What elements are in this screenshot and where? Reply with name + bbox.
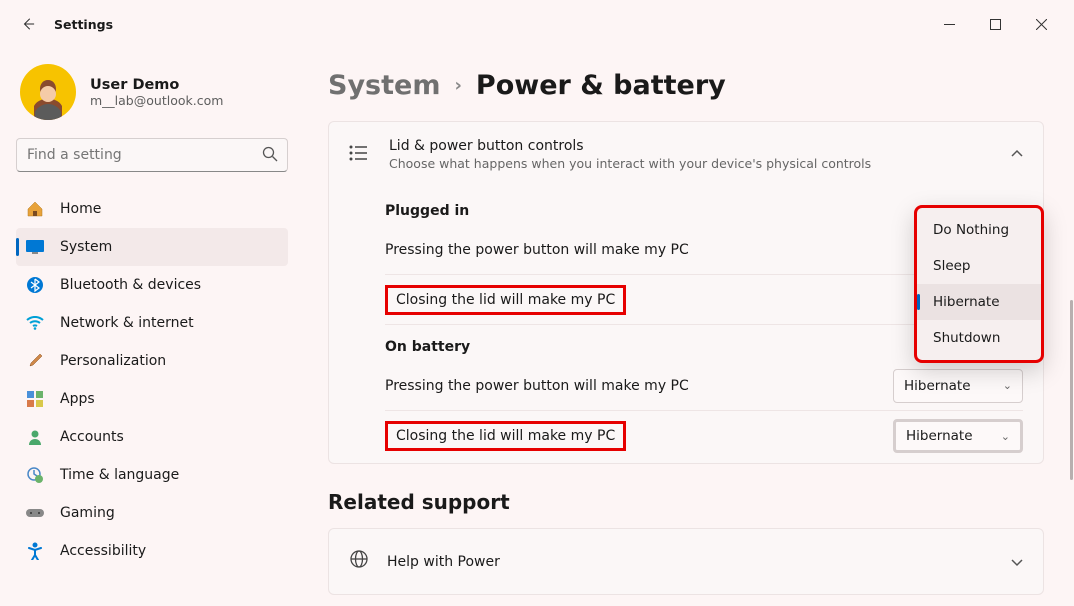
dropdown-option-hibernate[interactable]: Hibernate [917,284,1041,320]
globe-icon [349,549,369,574]
sidebar-item-label: Personalization [60,353,166,369]
sidebar-item-system[interactable]: System [16,228,288,266]
option-label: Shutdown [933,330,1000,346]
card-header[interactable]: Lid & power button controls Choose what … [329,122,1043,187]
card-subtitle: Choose what happens when you interact wi… [389,156,871,171]
chevron-up-icon [1011,145,1023,164]
close-icon [1036,19,1047,30]
battery-power-dropdown[interactable]: Hibernate ⌄ [893,369,1023,403]
sidebar-item-label: Bluetooth & devices [60,277,201,293]
sidebar: User Demo m__lab@outlook.com Home System… [0,48,300,606]
list-icon [349,145,371,165]
maximize-button[interactable] [972,8,1018,40]
dropdown-value: Hibernate [904,378,971,394]
battery-lid-dropdown[interactable]: Hibernate ⌄ [893,419,1023,453]
sidebar-item-gaming[interactable]: Gaming [16,494,288,532]
sidebar-item-accessibility[interactable]: Accessibility [16,532,288,570]
sidebar-item-label: Accessibility [60,543,146,559]
apps-icon [26,390,44,408]
wifi-icon [26,314,44,332]
person-icon [26,428,44,446]
gamepad-icon [26,504,44,522]
maximize-icon [990,19,1001,30]
nav-list: Home System Bluetooth & devices Network … [16,190,288,570]
sidebar-item-label: Apps [60,391,95,407]
sidebar-item-apps[interactable]: Apps [16,380,288,418]
sidebar-item-label: Accounts [60,429,124,445]
globe-clock-icon [26,466,44,484]
sidebar-item-personalization[interactable]: Personalization [16,342,288,380]
home-icon [26,200,44,218]
battery-lid-label: Closing the lid will make my PC [385,421,626,451]
close-button[interactable] [1018,8,1064,40]
sidebar-item-label: Gaming [60,505,115,521]
battery-power-row: Pressing the power button will make my P… [385,361,1023,411]
main-content: System › Power & battery Lid & power but… [300,48,1074,606]
arrow-left-icon [21,17,35,31]
accessibility-icon [26,542,44,560]
back-button[interactable] [10,6,46,42]
option-label: Sleep [933,258,971,274]
battery-power-label: Pressing the power button will make my P… [385,378,689,394]
sidebar-item-label: System [60,239,112,255]
window-title: Settings [54,17,113,32]
user-name: User Demo [90,77,223,93]
minimize-icon [944,19,955,30]
scrollbar[interactable] [1070,300,1073,480]
search-input[interactable] [16,138,288,172]
dropdown-option-shutdown[interactable]: Shutdown [917,320,1041,356]
sidebar-item-home[interactable]: Home [16,190,288,228]
minimize-button[interactable] [926,8,972,40]
breadcrumb: System › Power & battery [328,70,1044,101]
chevron-down-icon: ⌄ [1003,379,1012,392]
search-icon [262,146,278,166]
related-heading: Related support [328,490,1044,514]
sidebar-item-label: Time & language [60,467,179,483]
chevron-down-icon [1011,552,1023,571]
dropdown-option-sleep[interactable]: Sleep [917,248,1041,284]
help-title: Help with Power [387,554,500,570]
breadcrumb-parent[interactable]: System [328,70,440,101]
system-icon [26,238,44,256]
dropdown-value: Hibernate [906,428,973,444]
page-title: Power & battery [476,70,726,101]
user-block[interactable]: User Demo m__lab@outlook.com [16,58,288,138]
chevron-right-icon: › [454,75,461,96]
help-card[interactable]: Help with Power [328,528,1044,595]
card-title: Lid & power button controls [389,138,871,154]
avatar [20,64,76,120]
sidebar-item-label: Network & internet [60,315,194,331]
dropdown-flyout[interactable]: Do Nothing Sleep Hibernate Shutdown [914,205,1044,363]
sidebar-item-time[interactable]: Time & language [16,456,288,494]
chevron-down-icon: ⌄ [1001,430,1010,443]
bluetooth-icon [26,276,44,294]
sidebar-item-network[interactable]: Network & internet [16,304,288,342]
user-email: m__lab@outlook.com [90,93,223,108]
brush-icon [26,352,44,370]
plugged-power-label: Pressing the power button will make my P… [385,242,689,258]
option-label: Do Nothing [933,222,1009,238]
plugged-lid-label: Closing the lid will make my PC [385,285,626,315]
sidebar-item-bluetooth[interactable]: Bluetooth & devices [16,266,288,304]
search-box[interactable] [16,138,288,172]
option-label: Hibernate [933,294,1000,310]
sidebar-item-label: Home [60,201,101,217]
dropdown-option-donothing[interactable]: Do Nothing [917,212,1041,248]
battery-lid-row: Closing the lid will make my PC Hibernat… [385,411,1023,461]
sidebar-item-accounts[interactable]: Accounts [16,418,288,456]
